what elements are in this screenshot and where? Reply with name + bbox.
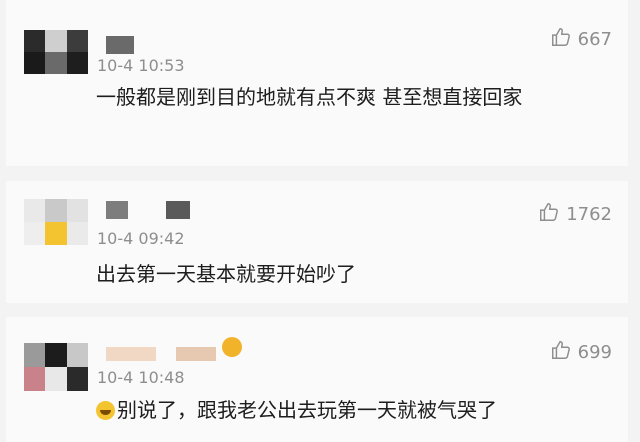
comment-time: 10-4 10:53 [97, 56, 185, 75]
username-mosaic[interactable] [106, 201, 128, 219]
like-count: 699 [577, 342, 612, 363]
like-count: 667 [577, 29, 612, 50]
thumbs-up-icon [550, 339, 572, 366]
like-count: 1762 [566, 204, 612, 225]
comment-card: 10-4 09:42 1762 出去第一天基本就要开始吵了 [6, 181, 628, 303]
avatar[interactable] [24, 199, 88, 245]
like-button[interactable]: 699 [550, 339, 612, 366]
comment-feed: 10-4 10:53 667 一般都是刚到目的地就有点不爽 甚至想直接回家 10… [0, 0, 640, 442]
comment-text: 出去第一天基本就要开始吵了 [96, 262, 356, 286]
avatar[interactable] [24, 30, 88, 74]
comment-time: 10-4 09:42 [97, 229, 185, 248]
thumbs-up-icon [538, 201, 560, 228]
username-mosaic[interactable] [106, 36, 134, 54]
username-mosaic [176, 347, 216, 361]
comment-text: 别说了，跟我老公出去玩第一天就被气哭了 [96, 393, 596, 427]
like-button[interactable]: 667 [550, 26, 612, 53]
comment-text-body: 别说了，跟我老公出去玩第一天就被气哭了 [117, 398, 497, 422]
avatar[interactable] [24, 343, 88, 391]
thumbs-up-icon [550, 26, 572, 53]
comment-text: 一般都是刚到目的地就有点不爽 甚至想直接回家 [96, 85, 523, 109]
comment-card: 10-4 10:53 667 一般都是刚到目的地就有点不爽 甚至想直接回家 [6, 0, 628, 166]
comment-time: 10-4 10:48 [97, 368, 185, 387]
username-mosaic [166, 201, 190, 219]
user-badge-icon [222, 337, 242, 357]
laughing-emoji-icon [96, 401, 115, 420]
like-button[interactable]: 1762 [538, 201, 612, 228]
username-mosaic[interactable] [106, 347, 156, 361]
comment-card: 10-4 10:48 699 别说了，跟我老公出去玩第一天就被气哭了 [6, 317, 628, 442]
